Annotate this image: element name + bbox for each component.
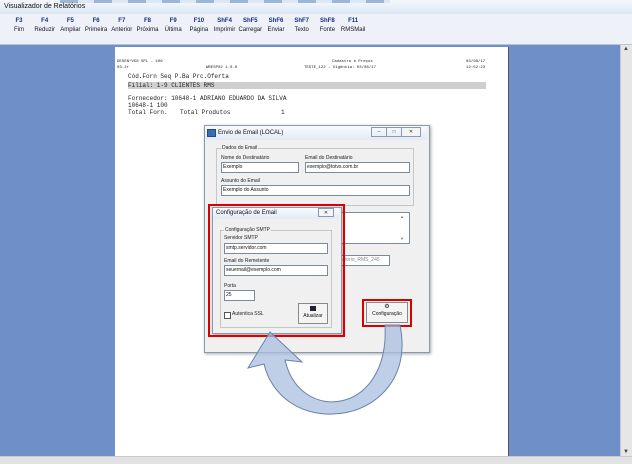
annotation-arrow xyxy=(246,324,403,415)
